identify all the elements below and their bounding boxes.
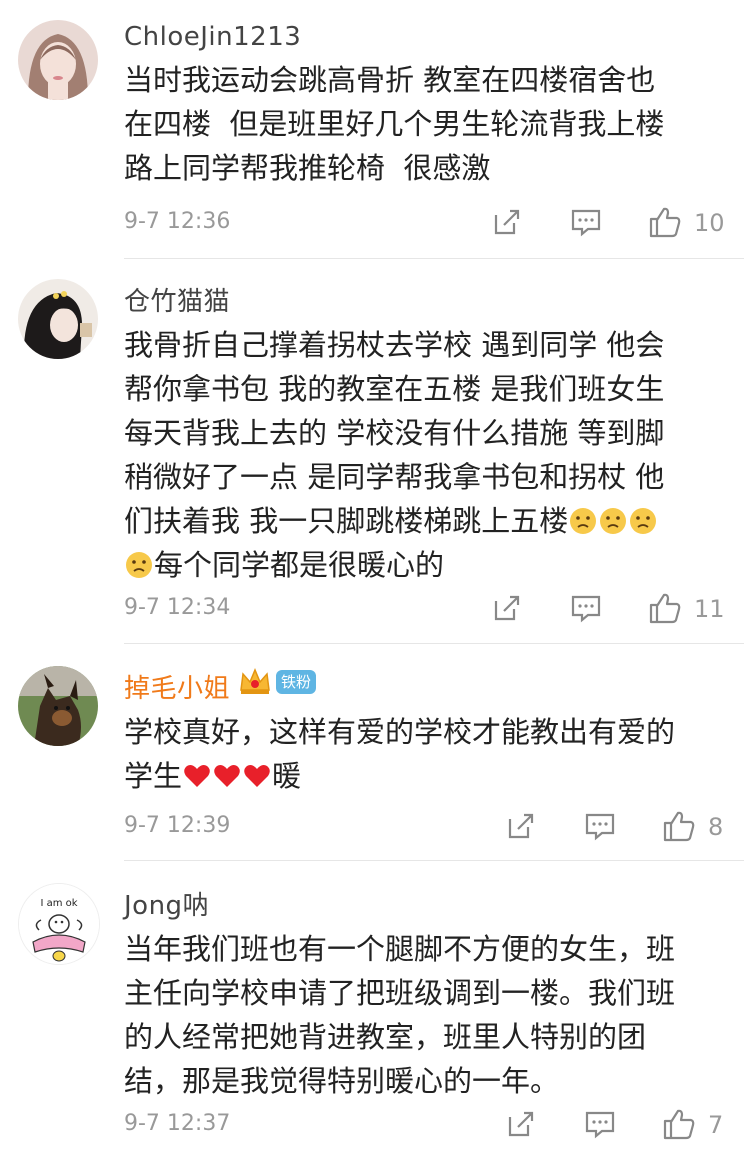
red-heart-icon — [244, 765, 270, 787]
username[interactable]: Jong呐 — [124, 885, 209, 922]
comment-text: 我骨折自己撑着拐杖去学校 遇到同学 他会 帮你拿书包 我的教室在五楼 是我们班女生… — [124, 328, 665, 582]
reply-button[interactable] — [584, 1105, 616, 1145]
comment-item: I am ok Jong呐 当年我们班也有一个腿脚不方便的女生，班 主任向学校申请… — [0, 861, 744, 1158]
username[interactable]: ChloeJin1213 — [124, 22, 301, 52]
comment-meta: 9-7 12:39 8 — [124, 807, 744, 847]
comment-text: 当年我们班也有一个腿脚不方便的女生，班 主任向学校申请了把班级调到一楼。我们班 的人… — [124, 932, 676, 1098]
reply-button[interactable] — [584, 807, 616, 847]
reply-button[interactable] — [570, 203, 602, 243]
comment-time: 9-7 12:36 — [124, 209, 231, 234]
username[interactable]: 掉毛小姐 — [124, 668, 230, 705]
comment-item: 仓竹猫猫 我骨折自己撑着拐杖去学校 遇到同学 他会 帮你拿书包 我的教室在五楼 是… — [0, 259, 744, 643]
repost-icon — [494, 595, 520, 621]
repost-button[interactable] — [492, 203, 522, 243]
like-count: 10 — [694, 209, 725, 237]
comment-feed: ChloeJin1213 当时我运动会跳高骨折 教室在四楼宿舍也 在四楼 但是班里… — [0, 0, 744, 1158]
dog-avatar[interactable] — [18, 666, 98, 746]
like-count: 11 — [694, 595, 725, 623]
comment-text: 学校真好，这样有爱的学校才能教出有爱的 学生暖 — [124, 715, 676, 793]
comment-time: 9-7 12:34 — [124, 595, 231, 620]
cartoon-avatar[interactable]: I am ok — [18, 883, 100, 965]
thumbs-up-icon — [663, 811, 695, 842]
reply-button[interactable] — [570, 589, 602, 629]
repost-button[interactable] — [506, 1105, 536, 1145]
red-heart-icon — [184, 765, 210, 787]
fan-badge: 铁粉 — [276, 670, 317, 694]
user-avatar[interactable] — [18, 20, 98, 100]
thumbs-up-icon — [649, 593, 681, 624]
like-count: 7 — [708, 1111, 724, 1139]
user-avatar[interactable] — [18, 279, 98, 359]
red-heart-icon — [214, 765, 240, 787]
comment-time: 9-7 12:37 — [124, 1111, 231, 1136]
comment-meta: 9-7 12:37 7 — [124, 1105, 744, 1145]
comment-time: 9-7 12:39 — [124, 813, 231, 838]
username[interactable]: 仓竹猫猫 — [124, 281, 230, 318]
comment-icon — [571, 595, 601, 623]
sad-emoji-icon — [126, 552, 152, 578]
like-button[interactable] — [662, 1105, 696, 1145]
like-button[interactable] — [648, 589, 682, 629]
thumbs-up-icon — [649, 207, 681, 238]
like-button[interactable] — [648, 203, 682, 243]
comment-item: ChloeJin1213 当时我运动会跳高骨折 教室在四楼宿舍也 在四楼 但是班里… — [0, 0, 744, 258]
comment-item: 掉毛小姐 铁粉 学校真好，这样有爱的学校才能教出有爱的 学生暖 9-7 12:39… — [0, 644, 744, 860]
sad-emoji-icon — [630, 508, 657, 534]
repost-button[interactable] — [506, 807, 536, 847]
vip-crown-icon — [240, 668, 270, 694]
repost-icon — [494, 209, 520, 235]
repost-icon — [508, 813, 534, 839]
repost-button[interactable] — [492, 589, 522, 629]
comment-icon — [571, 209, 601, 237]
like-count: 8 — [708, 813, 724, 841]
avatar-caption: I am ok — [40, 898, 77, 909]
comment-text: 当时我运动会跳高骨折 教室在四楼宿舍也 在四楼 但是班里好几个男生轮流背我上楼 路上… — [124, 63, 665, 185]
repost-icon — [508, 1111, 534, 1137]
thumbs-up-icon — [663, 1109, 695, 1140]
comment-meta: 9-7 12:34 11 — [124, 589, 744, 629]
sad-emoji-icon — [600, 508, 627, 534]
like-button[interactable] — [662, 807, 696, 847]
comment-icon — [585, 1111, 615, 1139]
comment-icon — [585, 813, 615, 841]
sad-emoji-icon — [570, 508, 597, 534]
comment-meta: 9-7 12:36 10 — [124, 203, 744, 243]
